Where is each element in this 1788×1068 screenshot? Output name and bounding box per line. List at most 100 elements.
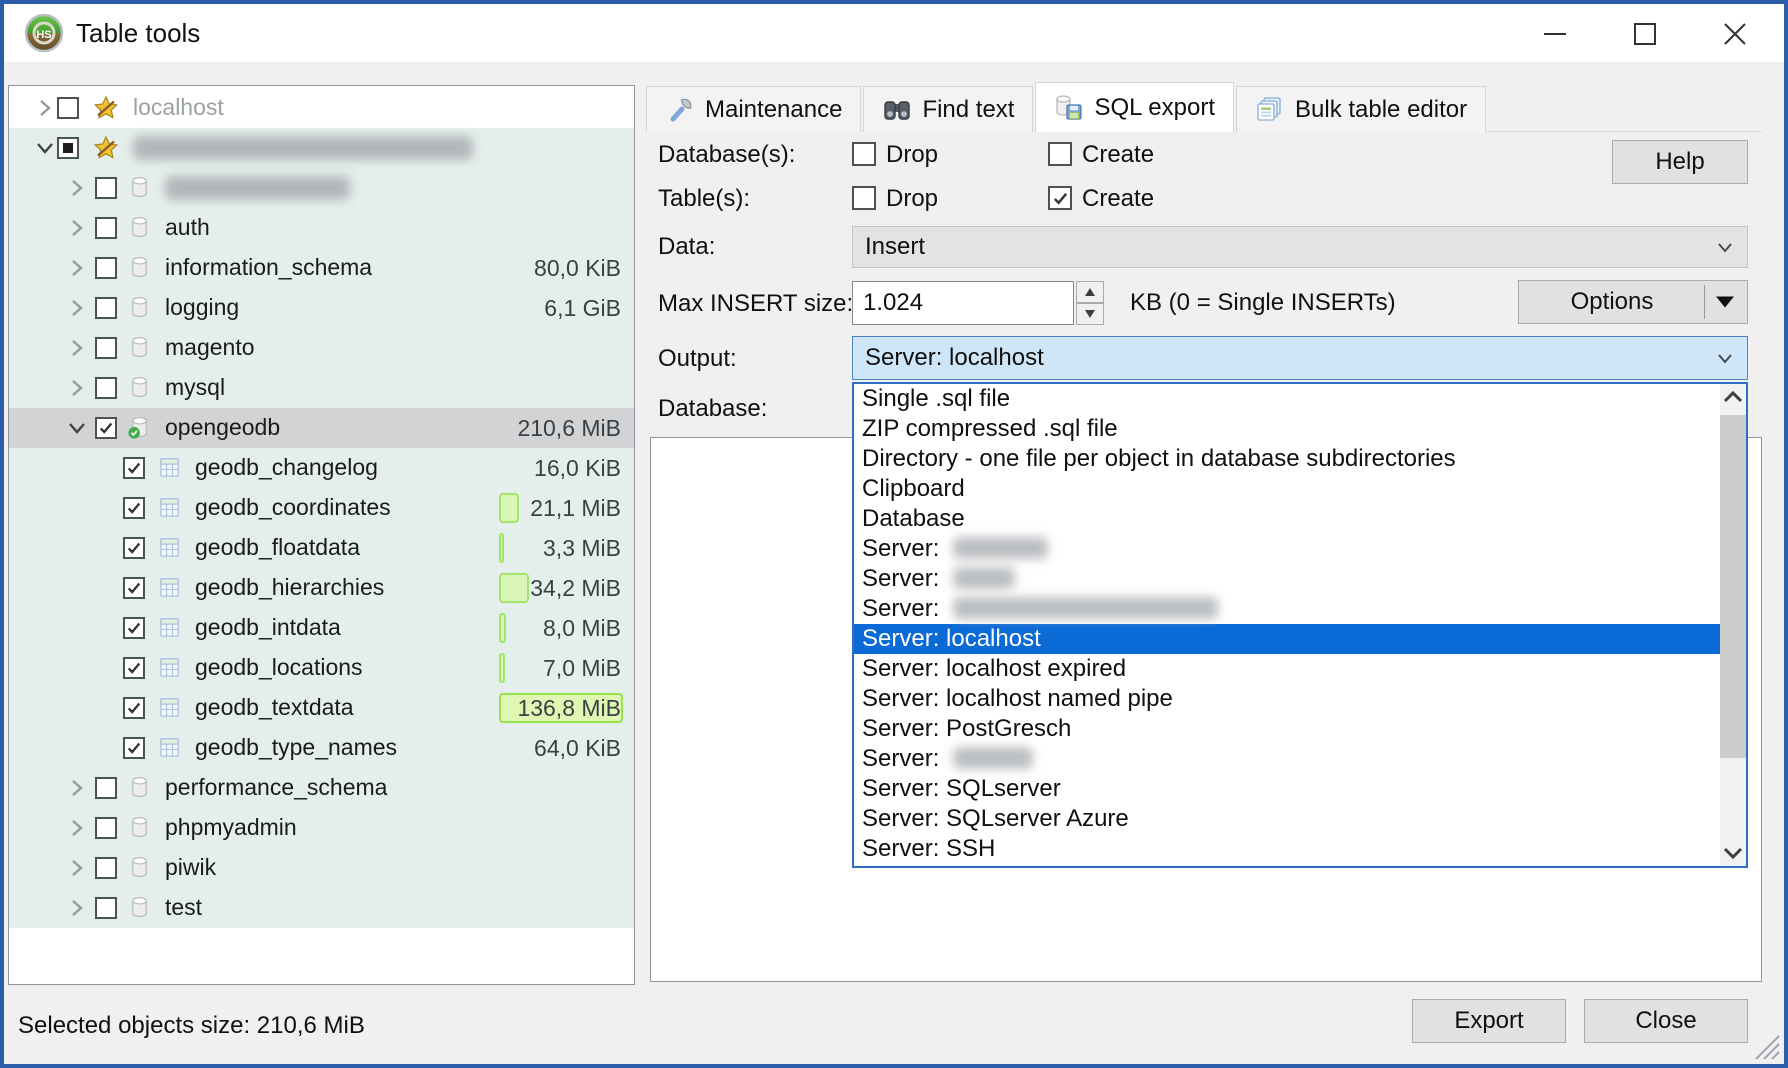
output-option-zip-compressed-sql-file[interactable]: ZIP compressed .sql file [854,414,1720,444]
output-option-server-localhost-expired[interactable]: Server: localhost expired [854,654,1720,684]
tab-label: Maintenance [705,96,842,124]
output-option-server-sqlserver[interactable]: Server: SQLserver [854,774,1720,804]
spinner-down-button[interactable] [1076,303,1104,325]
output-option-server-redacted-12[interactable]: Server: [854,744,1720,774]
tree-row-redacted-1[interactable] [9,128,634,168]
tree-row-geodb-type-names[interactable]: geodb_type_names64,0 KiB [9,728,634,768]
output-option-server-postgresch[interactable]: Server: PostGresch [854,714,1720,744]
dropdown-scrollbar[interactable] [1720,384,1746,866]
maximize-button[interactable] [1622,12,1668,56]
checkbox-unchecked[interactable] [95,297,117,319]
checkbox-checked[interactable] [123,457,145,479]
scrollbar-thumb[interactable] [1720,415,1746,758]
tree-row-information-schema[interactable]: information_schema80,0 KiB [9,248,634,288]
chevron-down-icon[interactable] [66,417,88,439]
checkbox-checked[interactable] [123,497,145,519]
checkbox-unchecked[interactable] [95,217,117,239]
checkbox-unchecked[interactable] [95,897,117,919]
tree-row-magento[interactable]: magento [9,328,634,368]
tree-row-opengeodb[interactable]: opengeodb210,6 MiB [9,408,634,448]
spinner-up-button[interactable] [1076,281,1104,303]
databases-create-checkbox[interactable] [1048,142,1072,166]
chevron-right-icon[interactable] [66,817,88,839]
max-insert-size-input[interactable] [852,281,1074,325]
tab-sql-export[interactable]: SQL export [1035,82,1234,132]
tree-row-geodb-hierarchies[interactable]: geodb_hierarchies34,2 MiB [9,568,634,608]
checkbox-checked[interactable] [123,577,145,599]
output-option-directory-one-file-per-object-in-database-subdirectories[interactable]: Directory - one file per object in datab… [854,444,1720,474]
tree-row-piwik[interactable]: piwik [9,848,634,888]
chevron-right-icon[interactable] [66,257,88,279]
output-option-clipboard[interactable]: Clipboard [854,474,1720,504]
output-option-server-redacted-5[interactable]: Server: [854,534,1720,564]
tab-bulk-table-editor[interactable]: Bulk table editor [1236,86,1486,132]
output-option-server-redacted-7[interactable]: Server: [854,594,1720,624]
output-option-server-localhost-named-pipe[interactable]: Server: localhost named pipe [854,684,1720,714]
checkbox-unchecked[interactable] [95,377,117,399]
checkbox-unchecked[interactable] [57,97,79,119]
chevron-right-icon[interactable] [66,377,88,399]
chevron-right-icon[interactable] [66,857,88,879]
tree-row-auth[interactable]: auth [9,208,634,248]
databases-drop-checkbox[interactable] [852,142,876,166]
tree-row-localhost[interactable]: localhost [9,88,634,128]
resize-grip[interactable] [1752,1032,1780,1060]
chevron-right-icon[interactable] [66,297,88,319]
checkbox-unchecked[interactable] [95,177,117,199]
tree-row-logging[interactable]: logging6,1 GiB [9,288,634,328]
output-option-server-ssh[interactable]: Server: SSH [854,834,1720,864]
chevron-right-icon[interactable] [66,217,88,239]
size-label: 80,0 KiB [534,255,621,282]
checkbox-unchecked[interactable] [95,257,117,279]
tree-row-geodb-coordinates[interactable]: geodb_coordinates21,1 MiB [9,488,634,528]
chevron-right-icon[interactable] [66,337,88,359]
output-option-server-localhost[interactable]: Server: localhost [854,624,1720,654]
tree-row-geodb-textdata[interactable]: geodb_textdata136,8 MiB [9,688,634,728]
help-button[interactable]: Help [1612,140,1748,184]
close-button[interactable]: Close [1584,999,1748,1043]
tree-row-phpmyadmin[interactable]: phpmyadmin [9,808,634,848]
tree-row-geodb-changelog[interactable]: geodb_changelog16,0 KiB [9,448,634,488]
checkbox-checked[interactable] [123,737,145,759]
checkbox-indeterminate[interactable] [57,137,79,159]
output-option-single-sql-file[interactable]: Single .sql file [854,384,1720,414]
scroll-down-icon[interactable] [1720,840,1746,866]
checkbox-unchecked[interactable] [95,817,117,839]
data-combobox[interactable]: Insert [852,226,1748,268]
checkbox-checked[interactable] [123,657,145,679]
export-button[interactable]: Export [1412,999,1566,1043]
checkbox-checked[interactable] [123,617,145,639]
tree-row-mysql[interactable]: mysql [9,368,634,408]
checkbox-checked[interactable] [95,417,117,439]
options-button[interactable]: Options [1518,280,1748,324]
scroll-up-icon[interactable] [1720,384,1746,410]
checkbox-unchecked[interactable] [95,777,117,799]
tables-create-checkbox[interactable] [1048,186,1072,210]
checkbox-unchecked[interactable] [95,337,117,359]
tree-row-redacted-2[interactable] [9,168,634,208]
tables-drop-checkbox[interactable] [852,186,876,210]
output-option-server-redacted-6[interactable]: Server: [854,564,1720,594]
chevron-right-icon[interactable] [66,897,88,919]
redacted-text [953,567,1015,589]
close-window-button[interactable] [1712,12,1758,56]
tree-row-geodb-floatdata[interactable]: geodb_floatdata3,3 MiB [9,528,634,568]
tree-row-performance-schema[interactable]: performance_schema [9,768,634,808]
chevron-right-icon[interactable] [66,177,88,199]
chevron-right-icon[interactable] [34,97,56,119]
checkbox-unchecked[interactable] [95,857,117,879]
chevron-right-icon[interactable] [66,777,88,799]
tree-row-geodb-intdata[interactable]: geodb_intdata8,0 MiB [9,608,634,648]
checkbox-checked[interactable] [123,697,145,719]
output-option-server-sqlserver-azure[interactable]: Server: SQLserver Azure [854,804,1720,834]
tab-maintenance[interactable]: Maintenance [646,86,861,132]
tree-row-geodb-locations[interactable]: geodb_locations7,0 MiB [9,648,634,688]
chevron-down-icon[interactable] [34,137,56,159]
minimize-button[interactable] [1532,12,1578,56]
tab-find-text[interactable]: Find text [863,86,1033,132]
output-option-database[interactable]: Database [854,504,1720,534]
tree-row-test[interactable]: test [9,888,634,928]
checkbox-checked[interactable] [123,537,145,559]
output-combobox[interactable]: Server: localhost [852,336,1748,380]
options-dropdown-arrow-icon[interactable] [1716,297,1734,308]
